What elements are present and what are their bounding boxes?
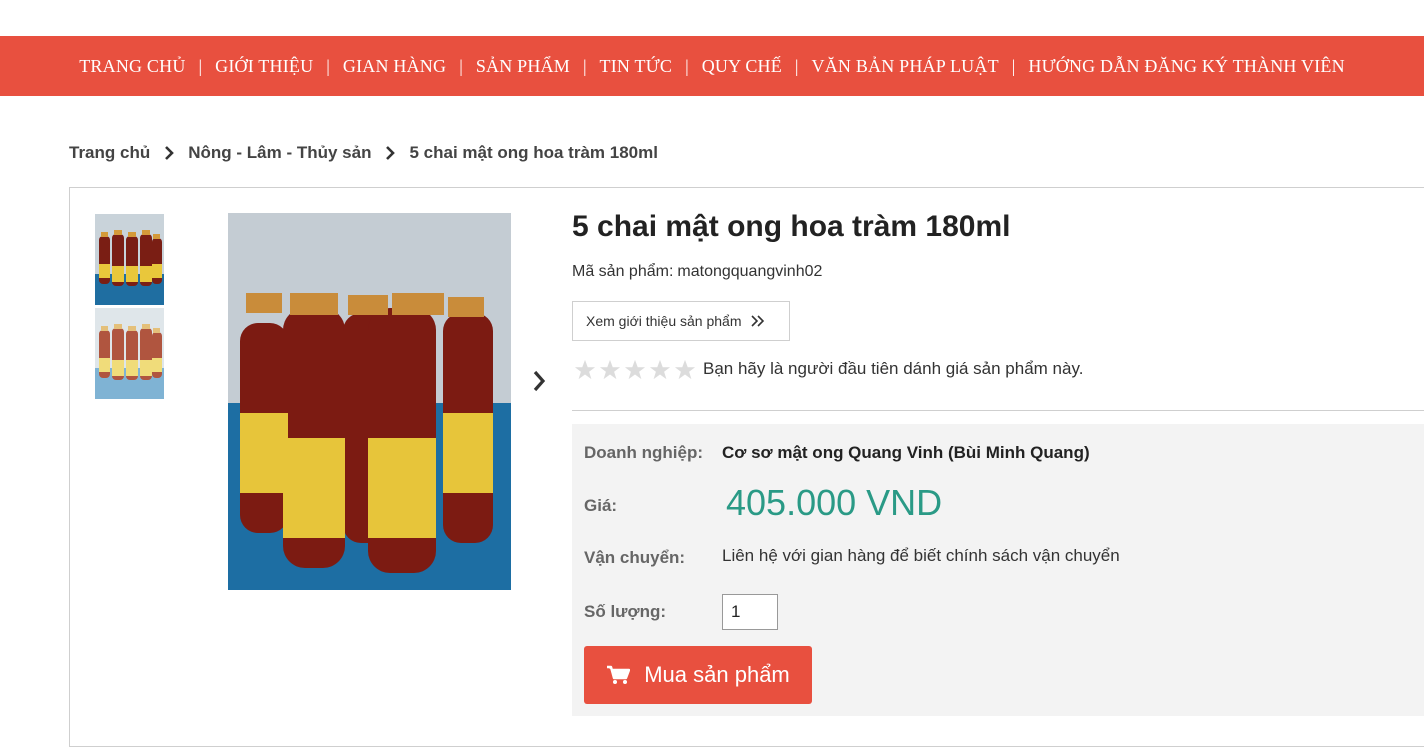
nav-item-stores[interactable]: GIAN HÀNG [343, 56, 446, 77]
breadcrumb: Trang chủ Nông - Lâm - Thủy sản 5 chai m… [69, 143, 658, 163]
buy-product-button[interactable]: Mua sản phẩm [584, 646, 812, 704]
breadcrumb-current: 5 chai mật ong hoa tràm 180ml [409, 143, 658, 162]
thumbnail-list [95, 214, 164, 402]
nav-separator: | [1011, 55, 1016, 76]
nav-item-registration-guide[interactable]: HƯỚNG DẪN ĐĂNG KÝ THÀNH VIÊN [1028, 56, 1344, 77]
nav-item-regulations[interactable]: QUY CHẾ [702, 56, 782, 77]
chevron-right-icon [164, 146, 175, 160]
product-rating: Bạn hãy là người đầu tiên dánh giá sản p… [572, 358, 1083, 380]
product-sku: Mã sản phẩm: matongquangvinh02 [572, 263, 822, 281]
chevron-right-icon [385, 146, 396, 160]
nav-item-about[interactable]: GIỚI THIỆU [215, 56, 313, 77]
nav-separator: | [459, 55, 463, 76]
breadcrumb-category[interactable]: Nông - Lâm - Thủy sản [188, 143, 371, 163]
price-value: 405.000 VND [726, 482, 943, 523]
star-icon[interactable] [597, 358, 622, 380]
business-name[interactable]: Cơ sơ mật ong Quang Vinh (Bùi Minh Quang… [722, 443, 1090, 463]
cart-icon [606, 665, 631, 685]
shipping-info: Liên hệ với gian hàng để biết chính sách… [722, 546, 1120, 565]
nav-separator: | [582, 55, 587, 76]
star-icon[interactable] [672, 358, 697, 380]
product-details-box: Doanh nghiệp: Cơ sơ mật ong Quang Vinh (… [572, 424, 1424, 716]
star-icon[interactable] [622, 358, 647, 380]
quantity-input[interactable] [722, 594, 778, 630]
top-navigation: TRANG CHỦ | GIỚI THIỆU | GIAN HÀNG | SẢN PH… [0, 36, 1424, 96]
shipping-label: Vận chuyển: [584, 548, 686, 567]
view-product-intro-button[interactable]: Xem giới thiệu sản phẩm [572, 301, 790, 341]
next-image-arrow[interactable] [528, 368, 550, 394]
sku-label: Mã sản phẩm: [572, 263, 674, 280]
intro-button-label: Xem giới thiệu sản phẩm [586, 313, 742, 329]
nav-item-legal-documents[interactable]: VĂN BẢN PHÁP LUẬT [812, 56, 999, 77]
nav-separator: | [794, 55, 799, 76]
product-thumbnail[interactable] [95, 308, 164, 399]
star-icon[interactable] [647, 358, 672, 380]
nav-item-home[interactable]: TRANG CHỦ [79, 56, 185, 77]
nav-item-products[interactable]: SẢN PHẨM [476, 56, 570, 77]
nav-separator: | [198, 55, 203, 76]
buy-button-label: Mua sản phẩm [644, 662, 790, 687]
product-title: 5 chai mật ong hoa tràm 180ml [572, 210, 1011, 243]
business-label: Doanh nghiệp: [584, 443, 703, 462]
star-icon[interactable] [572, 358, 597, 380]
price-label: Giá: [584, 496, 618, 515]
quantity-label: Số lượng: [584, 602, 666, 621]
rating-stars [572, 358, 697, 380]
nav-item-news[interactable]: TIN TỨC [600, 56, 673, 77]
product-main-image[interactable] [228, 213, 511, 590]
sku-value: matongquangvinh02 [677, 263, 823, 280]
double-chevron-right-icon [751, 314, 765, 328]
divider [572, 410, 1424, 411]
nav-separator: | [326, 55, 330, 76]
nav-separator: | [685, 55, 689, 76]
rating-prompt: Bạn hãy là người đầu tiên dánh giá sản p… [703, 359, 1084, 378]
breadcrumb-home[interactable]: Trang chủ [69, 143, 150, 163]
product-thumbnail[interactable] [95, 214, 164, 305]
